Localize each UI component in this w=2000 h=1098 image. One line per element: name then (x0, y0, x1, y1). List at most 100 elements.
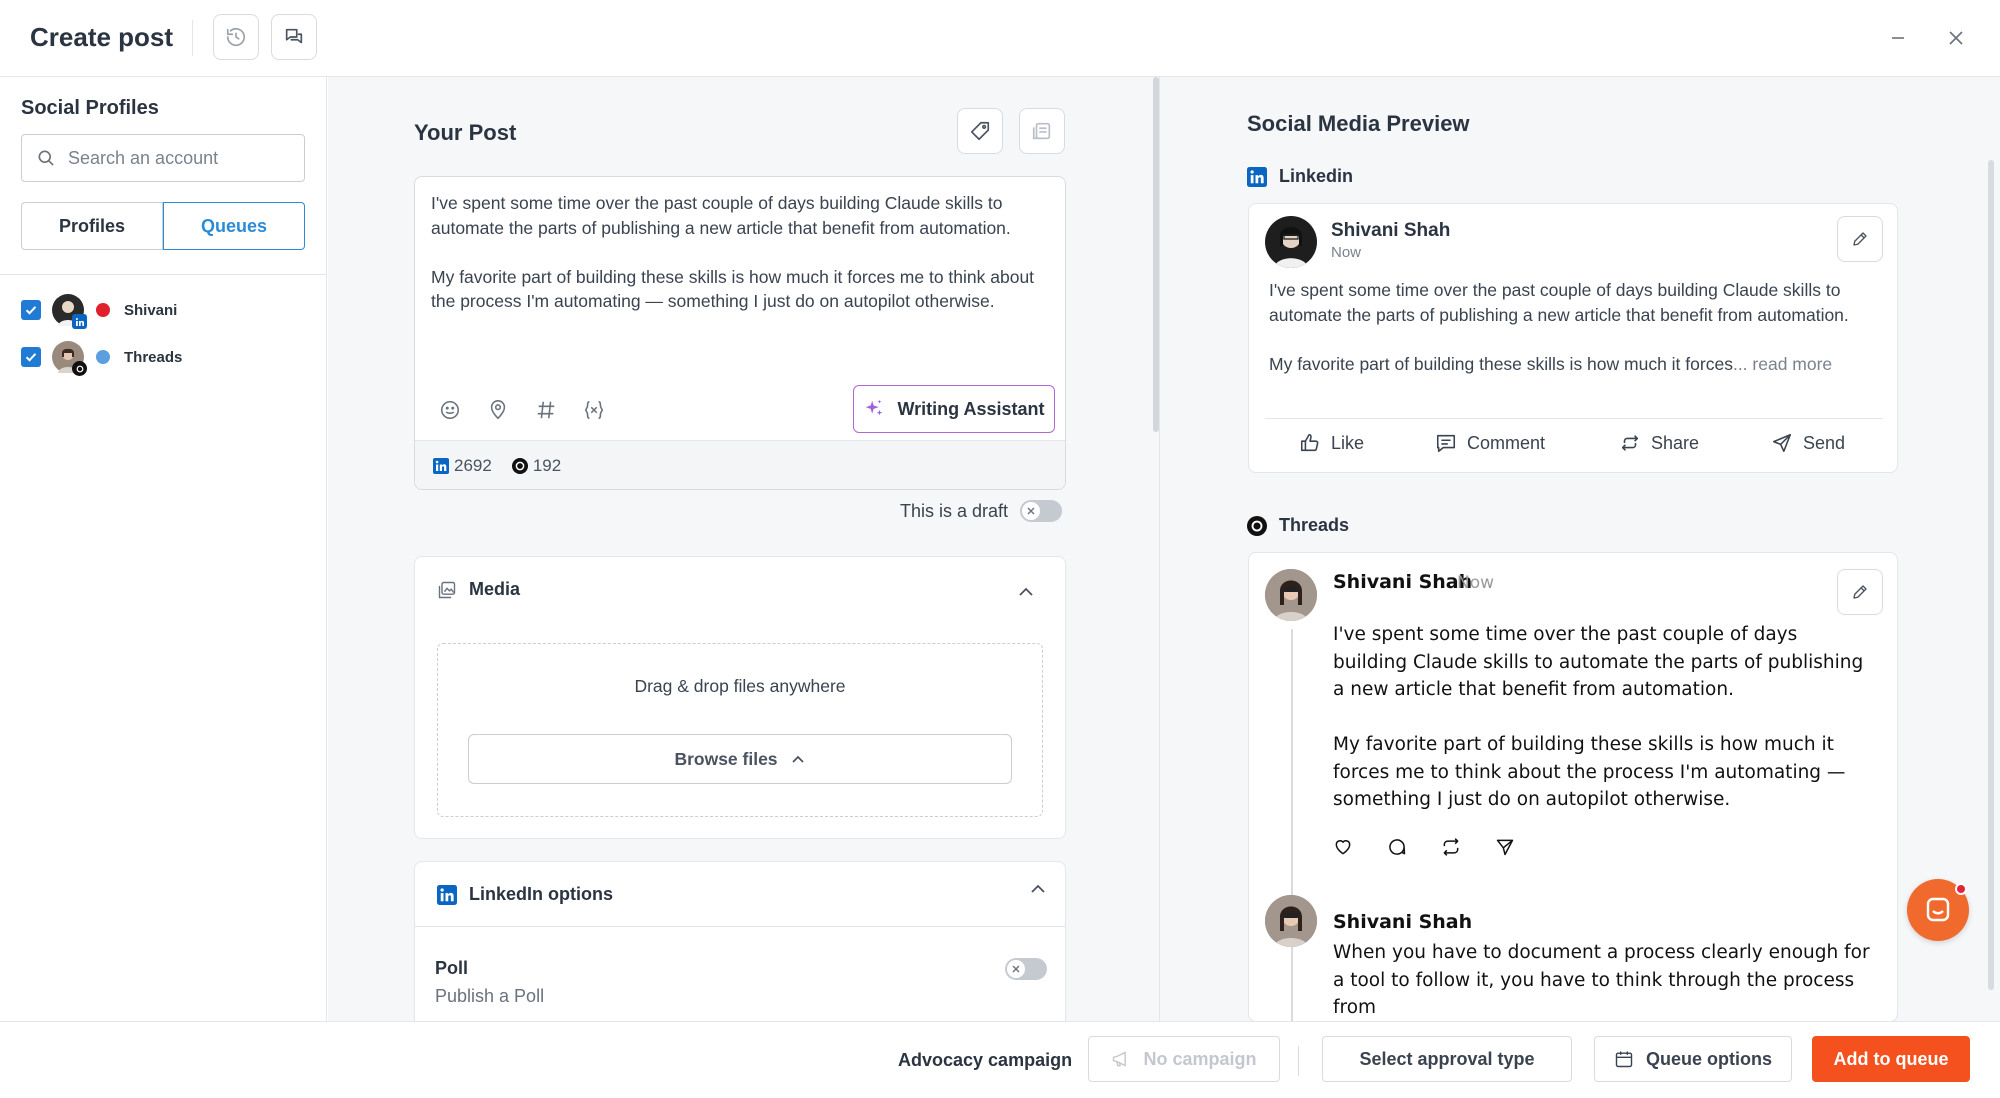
history-button[interactable] (213, 14, 259, 60)
browse-files-button[interactable]: Browse files (468, 734, 1012, 784)
poll-toggle[interactable] (1005, 958, 1047, 980)
preview-scrollbar[interactable] (1988, 160, 1994, 990)
hashtag-icon[interactable] (535, 399, 557, 421)
threads-count: 192 (511, 456, 561, 476)
toggle-off-icon (1007, 960, 1025, 978)
queue-options-label: Queue options (1646, 1048, 1772, 1069)
threads-badge-icon (72, 361, 87, 376)
location-icon[interactable] (487, 399, 509, 421)
avatar (1265, 569, 1317, 621)
linkedin-options-title: LinkedIn options (469, 884, 613, 904)
share-label: Share (1651, 432, 1700, 453)
linkedin-count: 2692 (433, 456, 492, 476)
media-dropzone[interactable]: Drag & drop files anywhere Browse files (437, 643, 1043, 817)
media-collapse-chevron-icon[interactable] (1017, 583, 1035, 601)
profile-name: Threads (124, 348, 183, 366)
linkedin-badge-icon (72, 314, 87, 329)
threads-icon (511, 458, 533, 474)
avatar (1265, 895, 1317, 947)
comment-action[interactable]: Comment (1435, 432, 1545, 454)
support-chat-button[interactable] (1907, 879, 1969, 941)
edit-linkedin-preview-button[interactable] (1837, 216, 1883, 262)
linkedin-options-header: LinkedIn options (437, 884, 613, 905)
linkedin-options-divider (415, 926, 1065, 927)
share-action[interactable]: Share (1619, 432, 1699, 454)
tab-queues[interactable]: Queues (163, 202, 305, 250)
sparkle-icon (863, 398, 897, 420)
close-button[interactable] (1940, 22, 1972, 54)
avatar (1265, 216, 1317, 268)
profile-checkbox[interactable] (21, 347, 41, 367)
threads-reply-author: Shivani Shah (1333, 911, 1473, 933)
tag-icon (969, 120, 991, 142)
avatar (52, 294, 87, 329)
search-account-input[interactable]: Search an account (21, 134, 305, 182)
threads-label-text: Threads (1279, 515, 1350, 535)
add-to-queue-label: Add to queue (1833, 1048, 1949, 1069)
threads-author-name: Shivani Shah (1333, 571, 1473, 593)
profile-checkbox[interactable] (21, 300, 41, 320)
emoji-icon[interactable] (439, 399, 461, 421)
media-header: Media (437, 579, 520, 600)
megaphone-icon (1111, 1049, 1143, 1069)
like-label: Like (1331, 432, 1365, 453)
poll-title: Poll (435, 958, 469, 978)
thumbs-up-icon (1299, 432, 1331, 454)
profile-item-threads[interactable]: Threads (21, 340, 183, 376)
media-icon (437, 580, 469, 600)
dropzone-text: Drag & drop files anywhere (634, 676, 846, 696)
comment-label: Comment (1467, 432, 1546, 453)
search-placeholder: Search an account (68, 147, 219, 168)
preview-title: Social Media Preview (1247, 111, 1470, 136)
chevron-up-icon (778, 751, 806, 767)
repost-icon[interactable] (1441, 837, 1461, 857)
threads-actions (1333, 837, 1515, 857)
writing-assistant-button[interactable]: Writing Assistant (853, 385, 1055, 433)
select-approval-type-button[interactable]: Select approval type (1322, 1036, 1572, 1082)
template-icon (1031, 120, 1053, 142)
tab-profiles[interactable]: Profiles (21, 202, 163, 250)
character-counts: 2692 192 (415, 440, 1065, 489)
read-more-link[interactable]: ... read more (1733, 354, 1832, 374)
linkedin-actions-divider (1265, 418, 1883, 419)
linkedin-options-card: LinkedIn options Poll Publish a Poll (414, 861, 1066, 1041)
no-campaign-button[interactable]: No campaign (1088, 1036, 1280, 1082)
avatar (52, 341, 87, 376)
linkedin-options-collapse-chevron-icon[interactable] (1029, 880, 1047, 898)
variables-icon[interactable] (583, 399, 605, 421)
header: Create post (0, 0, 2000, 77)
comment-icon (1435, 432, 1467, 454)
toggle-off-icon (1022, 502, 1041, 520)
like-action[interactable]: Like (1299, 432, 1364, 454)
writing-assistant-label: Writing Assistant (897, 398, 1045, 419)
heart-icon[interactable] (1333, 837, 1353, 857)
share-plane-icon[interactable] (1495, 837, 1515, 857)
linkedin-preview-card: Shivani Shah Now I've spent some time ov… (1248, 203, 1898, 473)
profile-item-shivani[interactable]: Shivani (21, 293, 177, 329)
search-icon (36, 148, 56, 168)
approval-label: Select approval type (1359, 1048, 1535, 1069)
profile-color-dot (96, 303, 110, 317)
tag-button[interactable] (957, 108, 1003, 154)
media-card: Media Drag & drop files anywhere Browse … (414, 556, 1066, 839)
minimize-button[interactable] (1882, 22, 1914, 54)
add-to-queue-button[interactable]: Add to queue (1812, 1036, 1970, 1082)
edit-threads-preview-button[interactable] (1837, 569, 1883, 615)
notification-dot (1955, 883, 1967, 895)
profile-tabs: Profiles Queues (21, 202, 305, 250)
queue-options-button[interactable]: Queue options (1594, 1036, 1792, 1082)
reply-bubble-icon[interactable] (1387, 837, 1407, 857)
template-button[interactable] (1019, 108, 1065, 154)
editor-toolbar (439, 399, 605, 421)
draft-toggle[interactable] (1020, 500, 1063, 522)
comments-icon (283, 26, 305, 48)
minimize-icon (1890, 30, 1906, 46)
sidebar-title: Social Profiles (21, 97, 159, 119)
header-divider (192, 20, 193, 56)
post-text-editor[interactable]: I've spent some time over the past coupl… (414, 176, 1066, 490)
comments-button[interactable] (271, 14, 317, 60)
send-label: Send (1803, 432, 1846, 453)
post-text[interactable]: I've spent some time over the past coupl… (431, 191, 1051, 314)
send-action[interactable]: Send (1771, 432, 1845, 454)
linkedin-post-text: I've spent some time over the past coupl… (1269, 278, 1879, 376)
